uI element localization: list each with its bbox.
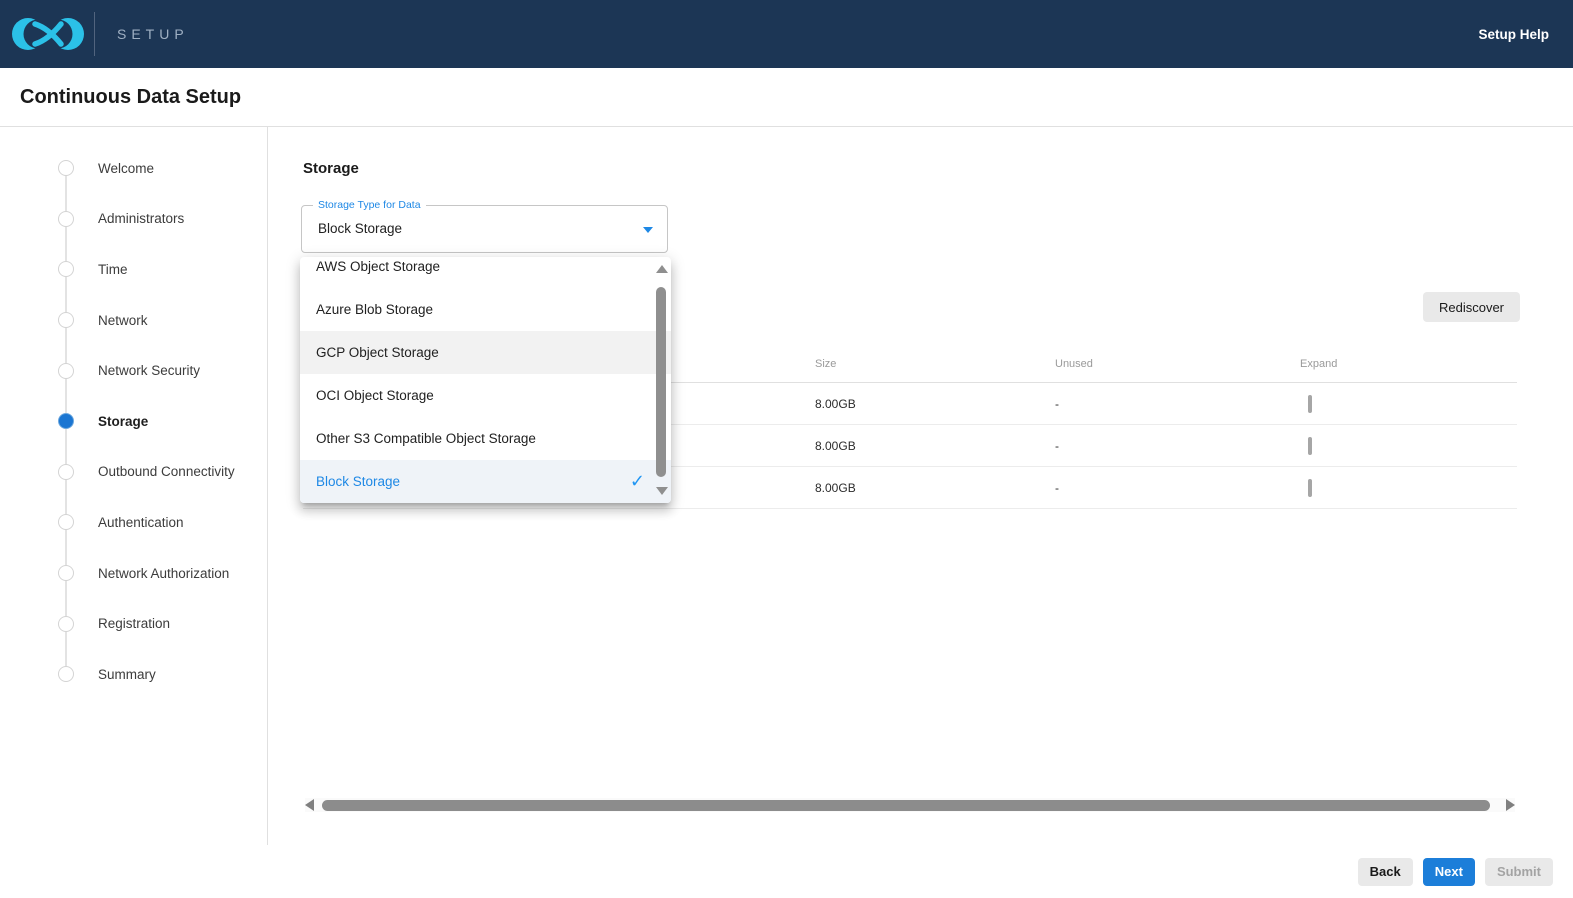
- expand-checkbox[interactable]: [1308, 479, 1312, 497]
- storage-type-options: AWS Object Storage Azure Blob Storage GC…: [300, 257, 671, 503]
- setup-stepper-sidebar: Welcome Administrators Time Network Netw…: [0, 127, 268, 845]
- unused-cell: -: [1055, 439, 1300, 453]
- step-circle-active-icon: [58, 413, 74, 429]
- column-expand: Expand: [1300, 358, 1517, 370]
- step-summary[interactable]: Summary: [0, 649, 267, 700]
- chevron-down-icon: [643, 227, 653, 233]
- step-label: Storage: [98, 414, 148, 429]
- rediscover-button[interactable]: Rediscover: [1423, 292, 1520, 322]
- step-label: Authentication: [98, 515, 184, 530]
- scroll-right-icon[interactable]: [1506, 799, 1515, 811]
- step-circle-icon: [58, 565, 74, 581]
- step-label: Time: [98, 262, 128, 277]
- step-label: Network Authorization: [98, 566, 229, 581]
- step-registration[interactable]: Registration: [0, 598, 267, 649]
- option-other-s3-compatible[interactable]: Other S3 Compatible Object Storage: [300, 417, 671, 460]
- step-circle-icon: [58, 312, 74, 328]
- storage-type-select[interactable]: Storage Type for Data Block Storage: [301, 205, 668, 253]
- option-label: Block Storage: [316, 474, 400, 489]
- expand-checkbox[interactable]: [1308, 437, 1312, 455]
- storage-type-menu: AWS Object Storage Azure Blob Storage GC…: [300, 257, 671, 503]
- step-label: Summary: [98, 667, 156, 682]
- section-title: Storage: [303, 160, 359, 177]
- step-circle-icon: [58, 160, 74, 176]
- menu-scrollbar-thumb[interactable]: [656, 287, 666, 477]
- unused-cell: -: [1055, 481, 1300, 495]
- step-network[interactable]: Network: [0, 295, 267, 346]
- size-cell: 8.00GB: [815, 397, 1055, 411]
- horizontal-scrollbar[interactable]: [305, 797, 1515, 813]
- step-label: Outbound Connectivity: [98, 464, 235, 479]
- step-circle-icon: [58, 666, 74, 682]
- step-circle-icon: [58, 616, 74, 632]
- option-aws-object-storage[interactable]: AWS Object Storage: [300, 257, 671, 288]
- step-welcome[interactable]: Welcome: [0, 143, 267, 194]
- unused-cell: -: [1055, 397, 1300, 411]
- step-label: Network: [98, 313, 148, 328]
- menu-scrollbar[interactable]: [653, 257, 669, 503]
- step-circle-icon: [58, 464, 74, 480]
- expand-checkbox[interactable]: [1308, 395, 1312, 413]
- storage-panel: Storage Storage Type for Data Block Stor…: [268, 127, 1573, 845]
- size-cell: 8.00GB: [815, 481, 1055, 495]
- size-cell: 8.00GB: [815, 439, 1055, 453]
- column-unused: Unused: [1055, 358, 1300, 370]
- step-circle-icon: [58, 261, 74, 277]
- scroll-left-icon[interactable]: [305, 799, 314, 811]
- step-label: Network Security: [98, 363, 200, 378]
- step-label: Welcome: [98, 161, 154, 176]
- step-circle-icon: [58, 363, 74, 379]
- brand-setup-label: SETUP: [117, 26, 189, 42]
- step-outbound-connectivity[interactable]: Outbound Connectivity: [0, 447, 267, 498]
- step-circle-icon: [58, 211, 74, 227]
- option-block-storage-selected[interactable]: Block Storage ✓: [300, 460, 671, 503]
- step-administrators[interactable]: Administrators: [0, 194, 267, 245]
- step-circle-icon: [58, 514, 74, 530]
- option-oci-object-storage[interactable]: OCI Object Storage: [300, 374, 671, 417]
- scrollbar-thumb[interactable]: [322, 800, 1490, 811]
- option-gcp-object-storage[interactable]: GCP Object Storage: [300, 331, 671, 374]
- checkmark-icon: ✓: [630, 470, 645, 492]
- option-azure-blob-storage[interactable]: Azure Blob Storage: [300, 288, 671, 331]
- column-size: Size: [815, 358, 1055, 370]
- step-label: Administrators: [98, 211, 184, 226]
- page-title-bar: Continuous Data Setup: [0, 68, 1573, 127]
- step-authentication[interactable]: Authentication: [0, 497, 267, 548]
- stepper-list: Welcome Administrators Time Network Netw…: [0, 143, 267, 700]
- back-button[interactable]: Back: [1358, 858, 1413, 886]
- submit-button-disabled[interactable]: Submit: [1485, 858, 1553, 886]
- step-storage-active[interactable]: Storage: [0, 396, 267, 447]
- scroll-down-icon[interactable]: [656, 487, 668, 495]
- step-time[interactable]: Time: [0, 244, 267, 295]
- step-network-security[interactable]: Network Security: [0, 345, 267, 396]
- app-header: SETUP Setup Help: [0, 0, 1573, 68]
- next-button[interactable]: Next: [1423, 858, 1475, 886]
- delphix-logo-icon: [8, 8, 88, 60]
- page-title: Continuous Data Setup: [20, 86, 241, 109]
- scroll-up-icon[interactable]: [656, 265, 668, 273]
- storage-type-value: Block Storage: [318, 206, 402, 252]
- step-network-authorization[interactable]: Network Authorization: [0, 548, 267, 599]
- setup-help-link[interactable]: Setup Help: [1478, 27, 1549, 42]
- header-divider: [94, 12, 95, 56]
- wizard-footer: Back Next Submit: [0, 845, 1573, 898]
- step-label: Registration: [98, 616, 170, 631]
